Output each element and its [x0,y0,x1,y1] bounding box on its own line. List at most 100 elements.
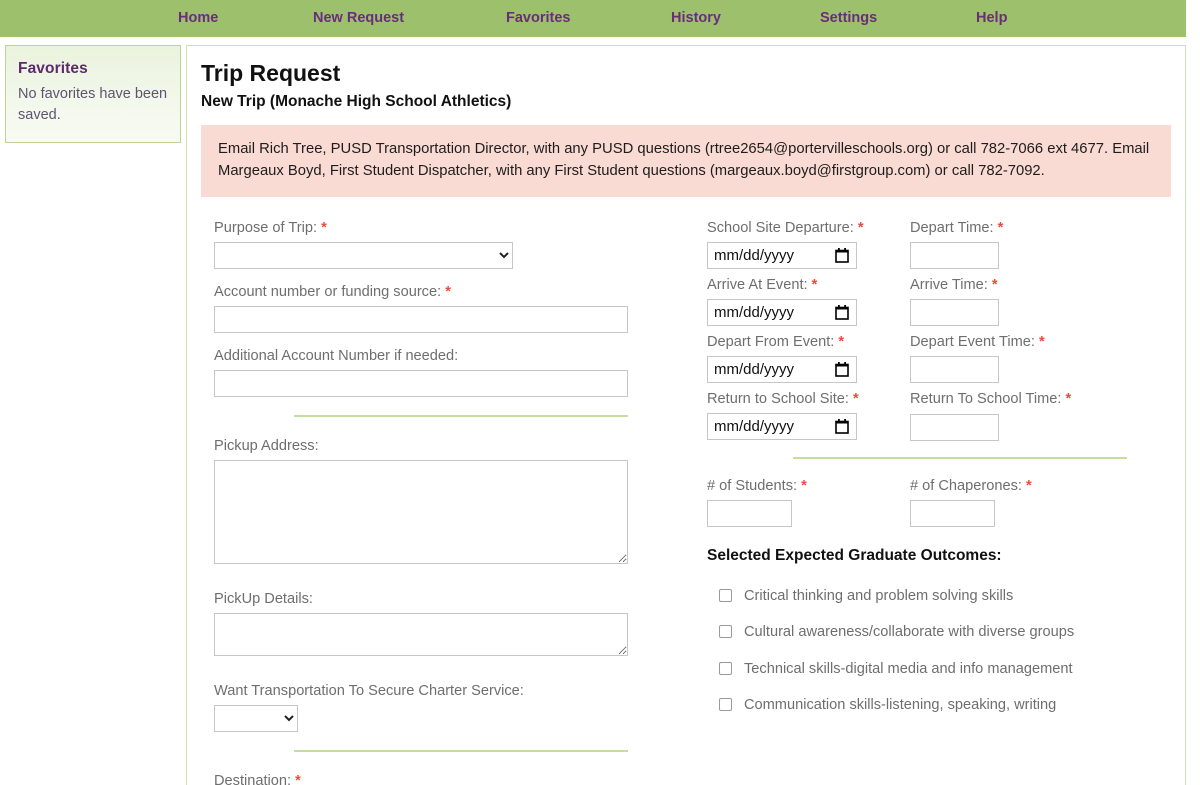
field-school-site-departure: School Site Departure: * mm/dd/yyyy [707,219,910,270]
field-arrive-at-event: Arrive At Event: * mm/dd/yyyy [707,276,910,327]
input-depart-time[interactable] [910,242,999,270]
nav-item-help[interactable]: Help [976,0,1007,37]
required-asterisk: * [321,220,327,237]
label-num-chaperones: # of Chaperones: * [910,478,1032,495]
required-asterisk: * [1065,391,1072,408]
top-navigation-bar: Home New Request Favorites History Setti… [0,0,1186,37]
calendar-icon[interactable] [835,305,849,321]
required-asterisk: * [295,773,301,785]
field-num-students: # of Students: * [707,477,910,528]
trip-request-form: Purpose of Trip: * Account number or fun… [201,219,1171,785]
field-depart-from-event: Depart From Event: * mm/dd/yyyy [707,333,910,384]
label-destination: Destination: * [214,772,691,785]
nav-item-settings[interactable]: Settings [820,0,877,37]
checkbox-technical-skills[interactable] [719,661,732,675]
label-arrive-at-event: Arrive At Event: * [707,277,818,294]
required-asterisk: * [1038,334,1045,351]
sidebar: Favorites No favorites have been saved. [5,45,181,144]
checkbox-row-cultural-awareness[interactable]: Cultural awareness/collaborate with dive… [707,623,1161,641]
checkbox-label-critical-thinking: Critical thinking and problem solving sk… [744,588,1014,605]
field-num-chaperones: # of Chaperones: * [910,477,1130,528]
label-depart-time: Depart Time: * [910,220,1004,237]
field-additional-account-number: Additional Account Number if needed: [214,347,691,398]
page-subtitle: New Trip (Monache High School Athletics) [201,93,512,110]
label-pickup-address: Pickup Address: [214,438,319,455]
nav-item-new-request[interactable]: New Request [313,0,404,37]
section-divider [294,415,628,418]
input-num-chaperones[interactable] [910,500,995,528]
input-num-students[interactable] [707,500,792,528]
nav-item-home[interactable]: Home [178,0,218,37]
input-depart-event-time[interactable] [910,356,999,384]
input-return-to-school-time[interactable] [910,414,999,442]
dateinput-arrive-at-event[interactable]: mm/dd/yyyy [707,299,857,327]
required-asterisk: * [801,478,807,495]
field-pickup-address: Pickup Address: [214,437,691,565]
calendar-icon[interactable] [835,362,849,378]
textarea-pickup-address[interactable] [214,460,628,565]
input-account-number[interactable] [214,306,628,334]
field-pickup-details: PickUp Details: [214,590,691,657]
checkbox-row-communication-skills[interactable]: Communication skills-listening, speaking… [707,696,1161,714]
favorites-empty-message: No favorites have been saved. [18,86,168,124]
field-return-to-school-site: Return to School Site: * mm/dd/yyyy [707,390,910,441]
form-right-column: School Site Departure: * mm/dd/yyyy Depa… [691,219,1161,785]
field-account-number: Account number or funding source: * [214,283,691,334]
checkbox-communication-skills[interactable] [719,697,732,711]
date-placeholder: mm/dd/yyyy [714,361,795,379]
label-depart-event-time: Depart Event Time: * [910,334,1045,351]
label-pickup-details: PickUp Details: [214,591,313,608]
checkbox-label-communication-skills: Communication skills-listening, speaking… [744,696,1057,713]
field-arrive-time: Arrive Time: * [910,276,1130,327]
favorites-panel-title: Favorites [18,60,88,77]
calendar-icon[interactable] [835,248,849,264]
select-purpose-of-trip[interactable] [214,242,513,270]
dateinput-school-site-departure[interactable]: mm/dd/yyyy [707,242,857,270]
required-asterisk: * [853,391,859,408]
nav-item-favorites[interactable]: Favorites [506,0,570,37]
input-arrive-time[interactable] [910,299,999,327]
label-account-number: Account number or funding source: * [214,284,451,301]
label-additional-account-number: Additional Account Number if needed: [214,348,459,365]
required-asterisk: * [857,220,864,237]
label-purpose-of-trip: Purpose of Trip: * [214,220,327,237]
nav-item-history[interactable]: History [671,0,721,37]
label-charter-service: Want Transportation To Secure Charter Se… [214,683,524,700]
required-asterisk: * [991,277,998,294]
dateinput-depart-from-event[interactable]: mm/dd/yyyy [707,356,857,384]
checkbox-label-cultural-awareness: Cultural awareness/collaborate with dive… [744,624,1075,641]
checkbox-label-technical-skills: Technical skills-digital media and info … [744,660,1073,677]
date-placeholder: mm/dd/yyyy [714,418,795,436]
graduate-outcomes-heading: Selected Expected Graduate Outcomes: [707,547,1002,565]
page-title: Trip Request [201,60,341,86]
required-asterisk: * [1026,478,1032,495]
input-additional-account-number[interactable] [214,370,628,398]
section-divider [294,750,628,753]
form-left-column: Purpose of Trip: * Account number or fun… [201,219,691,785]
main-content-panel: Trip Request New Trip (Monache High Scho… [186,45,1186,785]
label-arrive-time: Arrive Time: * [910,277,998,294]
required-asterisk: * [445,284,451,301]
label-return-to-school-time: Return To School Time: * [910,391,1072,408]
calendar-icon[interactable] [835,419,849,435]
row-counts: # of Students: * # of Chaperones: * [707,477,1161,528]
section-divider [793,457,1127,460]
row-return-to-school: Return to School Site: * mm/dd/yyyy Retu… [707,390,1161,442]
field-purpose-of-trip: Purpose of Trip: * [214,219,691,270]
field-depart-event-time: Depart Event Time: * [910,333,1130,384]
required-asterisk: * [838,334,845,351]
checkbox-row-critical-thinking[interactable]: Critical thinking and problem solving sk… [707,587,1161,605]
textarea-pickup-details[interactable] [214,613,628,657]
label-return-to-school-site: Return to School Site: * [707,391,859,408]
select-charter-service[interactable] [214,705,298,733]
date-placeholder: mm/dd/yyyy [714,247,795,265]
checkbox-cultural-awareness[interactable] [719,625,732,639]
row-school-site-departure: School Site Departure: * mm/dd/yyyy Depa… [707,219,1161,270]
checkbox-row-technical-skills[interactable]: Technical skills-digital media and info … [707,660,1161,678]
row-depart-from-event: Depart From Event: * mm/dd/yyyy Depart E… [707,333,1161,384]
dateinput-return-to-school-site[interactable]: mm/dd/yyyy [707,413,857,441]
date-placeholder: mm/dd/yyyy [714,304,795,322]
checkbox-critical-thinking[interactable] [719,589,732,603]
required-asterisk: * [997,220,1004,237]
field-return-to-school-time: Return To School Time: * [910,390,1130,442]
